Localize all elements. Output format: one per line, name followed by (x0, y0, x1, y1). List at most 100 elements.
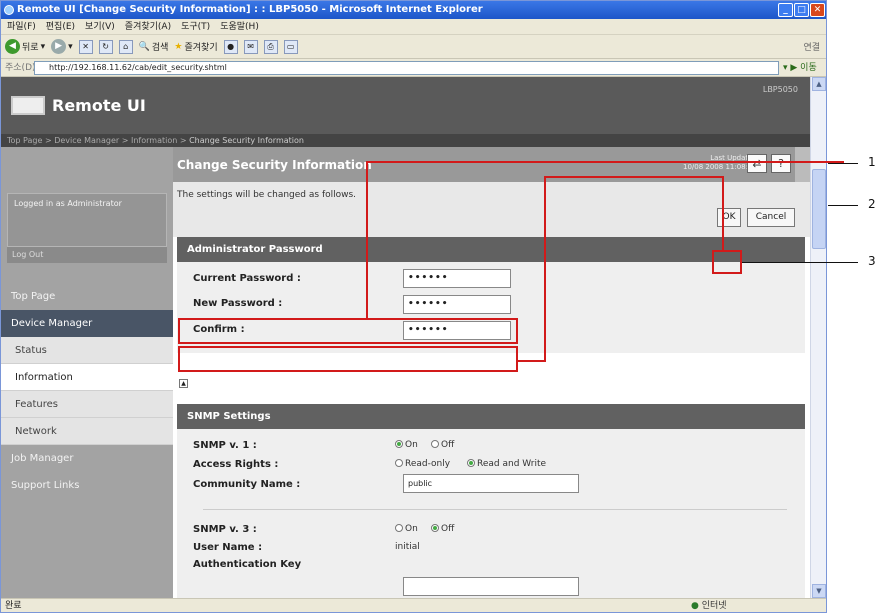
crumb-top-page[interactable]: Top Page (7, 136, 42, 145)
scroll-thumb[interactable] (812, 169, 826, 249)
nav-top-page[interactable]: Top Page (1, 283, 173, 310)
mail-icon[interactable]: ✉ (243, 39, 258, 54)
page-content: Remote UI LBP5050 Top Page > Device Mana… (1, 77, 810, 598)
crumb-sep: > (177, 136, 190, 145)
confirm-message: The settings will be changed as follows. (177, 190, 357, 200)
current-password-label: Current Password : (193, 273, 301, 284)
nav-information[interactable]: Information (1, 364, 173, 391)
nav-features[interactable]: Features (1, 391, 173, 418)
page-top-icon[interactable]: ▲ (179, 379, 188, 388)
nav-support-links[interactable]: Support Links (1, 472, 173, 499)
home-icon[interactable]: ⌂ (118, 39, 133, 54)
address-input[interactable]: http://192.168.11.62/cab/edit_security.s… (34, 61, 779, 75)
globe-icon: ● (691, 601, 699, 611)
annotation-line-1-h (366, 161, 844, 163)
current-password-field[interactable]: •••••• (403, 269, 511, 288)
favorites-button[interactable]: ★ 즐겨찾기 (174, 37, 217, 57)
snmp-v1-on-label: On (405, 440, 418, 450)
close-button[interactable]: ✕ (810, 3, 825, 17)
snmp-v1-off-label: Off (441, 440, 455, 450)
address-url: http://192.168.11.62/cab/edit_security.s… (49, 63, 227, 72)
main-panel: Change Security Information Last Updated… (173, 147, 810, 598)
maximize-button[interactable]: □ (794, 3, 809, 17)
nav-job-manager[interactable]: Job Manager (1, 445, 173, 472)
help-button[interactable]: ? (771, 154, 791, 173)
links-label[interactable]: 연결 (803, 40, 820, 53)
nav-network[interactable]: Network (1, 418, 173, 445)
auth-key-input[interactable] (403, 577, 579, 596)
snmp-v3-off-radio[interactable]: Off (431, 524, 454, 534)
menu-file[interactable]: 파일(F) (7, 19, 36, 34)
toolbar: ◀ 뒤로 ▾ ▶ ▾ ✕ ↻ ⌂ 🔍 검색 ★ 즐겨찾기 ● ✉ ⎙ ▭ 연결 (1, 35, 826, 59)
search-button[interactable]: 🔍 검색 (139, 37, 169, 57)
crumb-current: Change Security Information (189, 136, 304, 145)
user-name-label: User Name : (193, 542, 263, 553)
snmp-v1-label: SNMP v. 1 : (193, 440, 257, 451)
menu-bar: 파일(F) 편집(E) 보기(V) 즐겨찾기(A) 도구(T) 도움말(H) (1, 19, 826, 35)
radio-icon (395, 459, 403, 467)
print-icon[interactable]: ⎙ (263, 39, 278, 54)
forward-button[interactable]: ▶ ▾ (51, 37, 73, 57)
menu-favorites[interactable]: 즐겨찾기(A) (125, 19, 171, 34)
remoteui-logo-text: Remote UI (52, 96, 146, 115)
access-readwrite-label: Read and Write (477, 459, 547, 469)
new-password-label: New Password : (193, 298, 283, 309)
search-icon: 🔍 (138, 41, 150, 52)
menu-help[interactable]: 도움말(H) (220, 19, 259, 34)
menu-tools[interactable]: 도구(T) (181, 19, 210, 34)
confirm-password-field[interactable]: •••••• (403, 321, 511, 340)
window-title: Remote UI [Change Security Information] … (17, 4, 483, 15)
snmp-v1-off-radio[interactable]: Off (431, 440, 454, 450)
crumb-device-manager[interactable]: Device Manager (54, 136, 119, 145)
address-label: 주소(D) (5, 63, 36, 73)
ok-button[interactable]: OK (717, 208, 741, 227)
annotation-line-2 (544, 176, 546, 362)
last-updated: Last Updated 10/08 2008 11:08:26 (683, 154, 757, 172)
scroll-up-icon[interactable]: ▲ (812, 77, 826, 91)
header-edge (795, 147, 810, 182)
new-password-field[interactable]: •••••• (403, 295, 511, 314)
cancel-button[interactable]: Cancel (747, 208, 795, 227)
info-bar: The settings will be changed as follows.… (173, 182, 810, 237)
access-readonly-radio[interactable]: Read-only (395, 459, 450, 469)
refresh-icon[interactable]: ⇄ (747, 154, 767, 173)
browser-window: Remote UI [Change Security Information] … (0, 0, 827, 613)
annotation-line-1 (366, 161, 368, 318)
snmp-v3-on-radio[interactable]: On (395, 524, 418, 534)
login-status: Logged in as Administrator (7, 193, 167, 247)
callout-3: 3 (868, 254, 876, 268)
callout-line-1 (828, 163, 858, 164)
snmp-settings-section: SNMP v. 1 : On Off Access Rights : Read-… (177, 429, 805, 598)
scroll-down-icon[interactable]: ▼ (812, 584, 826, 598)
nav-device-manager[interactable]: Device Manager (1, 310, 173, 337)
minimize-button[interactable]: _ (778, 3, 793, 17)
media-icon[interactable]: ● (223, 39, 238, 54)
stop-icon[interactable]: ✕ (78, 39, 93, 54)
annotation-line-2-drop (722, 176, 724, 250)
go-label: 이동 (800, 63, 817, 73)
folder-icon[interactable]: ▭ (283, 39, 298, 54)
access-rights-label: Access Rights : (193, 459, 279, 470)
status-bar: 완료 ● 인터넷 (1, 598, 826, 612)
ie-icon (4, 5, 14, 15)
nav-status[interactable]: Status (1, 337, 173, 364)
remoteui-logo: Remote UI (11, 96, 146, 115)
access-readwrite-radio[interactable]: Read and Write (467, 459, 546, 469)
snmp-v1-on-radio[interactable]: On (395, 440, 418, 450)
star-icon: ★ (174, 41, 183, 52)
menu-edit[interactable]: 편집(E) (46, 19, 75, 34)
vertical-scrollbar[interactable]: ▲ ▼ (810, 77, 826, 598)
refresh-page-icon[interactable]: ↻ (98, 39, 113, 54)
menu-view[interactable]: 보기(V) (85, 19, 115, 34)
snmp-v3-off-label: Off (441, 524, 455, 534)
model-name: LBP5050 (762, 85, 798, 94)
breadcrumb: Top Page > Device Manager > Information … (1, 134, 810, 147)
favorites-label: 즐겨찾기 (184, 43, 218, 53)
crumb-information[interactable]: Information (131, 136, 177, 145)
callout-line-2 (828, 205, 858, 206)
community-name-input[interactable]: public (403, 474, 579, 493)
go-button[interactable]: ▾ ▶ 이동 (783, 61, 817, 75)
search-label: 검색 (151, 43, 169, 53)
back-button[interactable]: ◀ 뒤로 ▾ (5, 37, 45, 57)
logout-link[interactable]: Log Out (7, 247, 167, 263)
